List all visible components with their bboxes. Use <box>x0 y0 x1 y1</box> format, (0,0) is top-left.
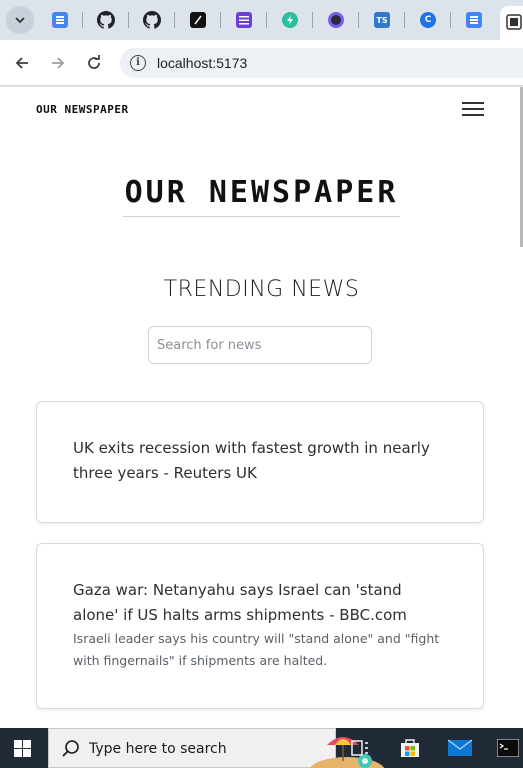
active-tab-favicon-icon <box>506 14 522 30</box>
chevron-down-icon <box>15 17 25 24</box>
circle-app-icon <box>328 12 344 28</box>
tab-github-1[interactable] <box>94 8 118 32</box>
tab-c-app[interactable]: C <box>416 8 440 32</box>
url-text[interactable]: localhost:5173 <box>157 55 247 71</box>
mail-icon[interactable] <box>448 736 472 760</box>
tab-search-button[interactable] <box>6 6 34 34</box>
tab-separator <box>266 12 267 28</box>
browser-toolbar: i localhost:5173 <box>0 40 523 86</box>
hamburger-menu-icon[interactable] <box>462 102 484 118</box>
google-docs-icon <box>466 12 482 28</box>
windows-taskbar: Type here to search <box>0 728 523 768</box>
site-info-icon[interactable]: i <box>130 55 146 71</box>
reload-icon <box>88 55 100 69</box>
tab-separator <box>404 12 405 28</box>
arrow-left-icon <box>15 57 28 69</box>
task-view-icon[interactable] <box>348 736 372 760</box>
news-card-title[interactable]: Gaza war: Netanyahu says Israel can 'sta… <box>73 578 447 628</box>
search-icon <box>62 740 79 757</box>
reload-button[interactable] <box>82 51 106 75</box>
google-docs-icon <box>52 12 68 28</box>
tab-separator <box>358 12 359 28</box>
tab-separator <box>174 12 175 28</box>
active-tab[interactable] <box>500 6 523 40</box>
news-card[interactable]: UK exits recession with fastest growth i… <box>36 401 484 523</box>
terminal-icon[interactable] <box>496 736 520 760</box>
typescript-icon: TS <box>374 12 390 28</box>
tab-bolt-app[interactable] <box>278 8 302 32</box>
taskbar-search-box[interactable]: Type here to search <box>48 728 385 768</box>
taskbar-search-placeholder: Type here to search <box>89 741 227 757</box>
tab-forms[interactable] <box>232 8 256 32</box>
back-button[interactable] <box>10 51 34 75</box>
news-search-input[interactable] <box>148 326 372 364</box>
masthead: OUR NEWSPAPER <box>0 175 523 217</box>
page-viewport: OUR NEWSPAPER OUR NEWSPAPER TRENDING NEW… <box>0 87 523 728</box>
bolt-app-icon <box>282 12 298 28</box>
tab-google-docs-1[interactable] <box>48 8 72 32</box>
microsoft-store-icon[interactable] <box>398 736 422 760</box>
forward-button[interactable] <box>46 51 70 75</box>
tab-separator <box>128 12 129 28</box>
news-card[interactable]: Gaza war: Netanyahu says Israel can 'sta… <box>36 543 484 709</box>
windows-start-icon[interactable] <box>14 740 31 757</box>
notion-like-icon <box>190 12 206 28</box>
tab-github-2[interactable] <box>140 8 164 32</box>
search-highlight-illustration-icon <box>309 737 385 768</box>
github-icon <box>97 11 115 29</box>
browser-tab-strip: TS C <box>0 0 523 40</box>
tab-separator <box>312 12 313 28</box>
tab-separator <box>82 12 83 28</box>
forms-list-icon <box>236 12 252 28</box>
arrow-right-icon <box>52 57 65 69</box>
tab-google-docs-2[interactable] <box>462 8 486 32</box>
navbar-brand[interactable]: OUR NEWSPAPER <box>36 103 129 116</box>
news-card-title[interactable]: UK exits recession with fastest growth i… <box>73 436 447 486</box>
tab-notion-like[interactable] <box>186 8 210 32</box>
c-app-icon: C <box>420 12 436 28</box>
address-bar[interactable]: i localhost:5173 <box>120 48 523 78</box>
masthead-title: OUR NEWSPAPER <box>122 175 401 217</box>
tab-separator <box>220 12 221 28</box>
news-card-description: Israeli leader says his country will "st… <box>73 631 440 668</box>
github-icon <box>143 11 161 29</box>
tab-circle-app[interactable] <box>324 8 348 32</box>
section-title: TRENDING NEWS <box>163 277 360 302</box>
tab-typescript[interactable]: TS <box>370 8 394 32</box>
tab-separator <box>450 12 451 28</box>
